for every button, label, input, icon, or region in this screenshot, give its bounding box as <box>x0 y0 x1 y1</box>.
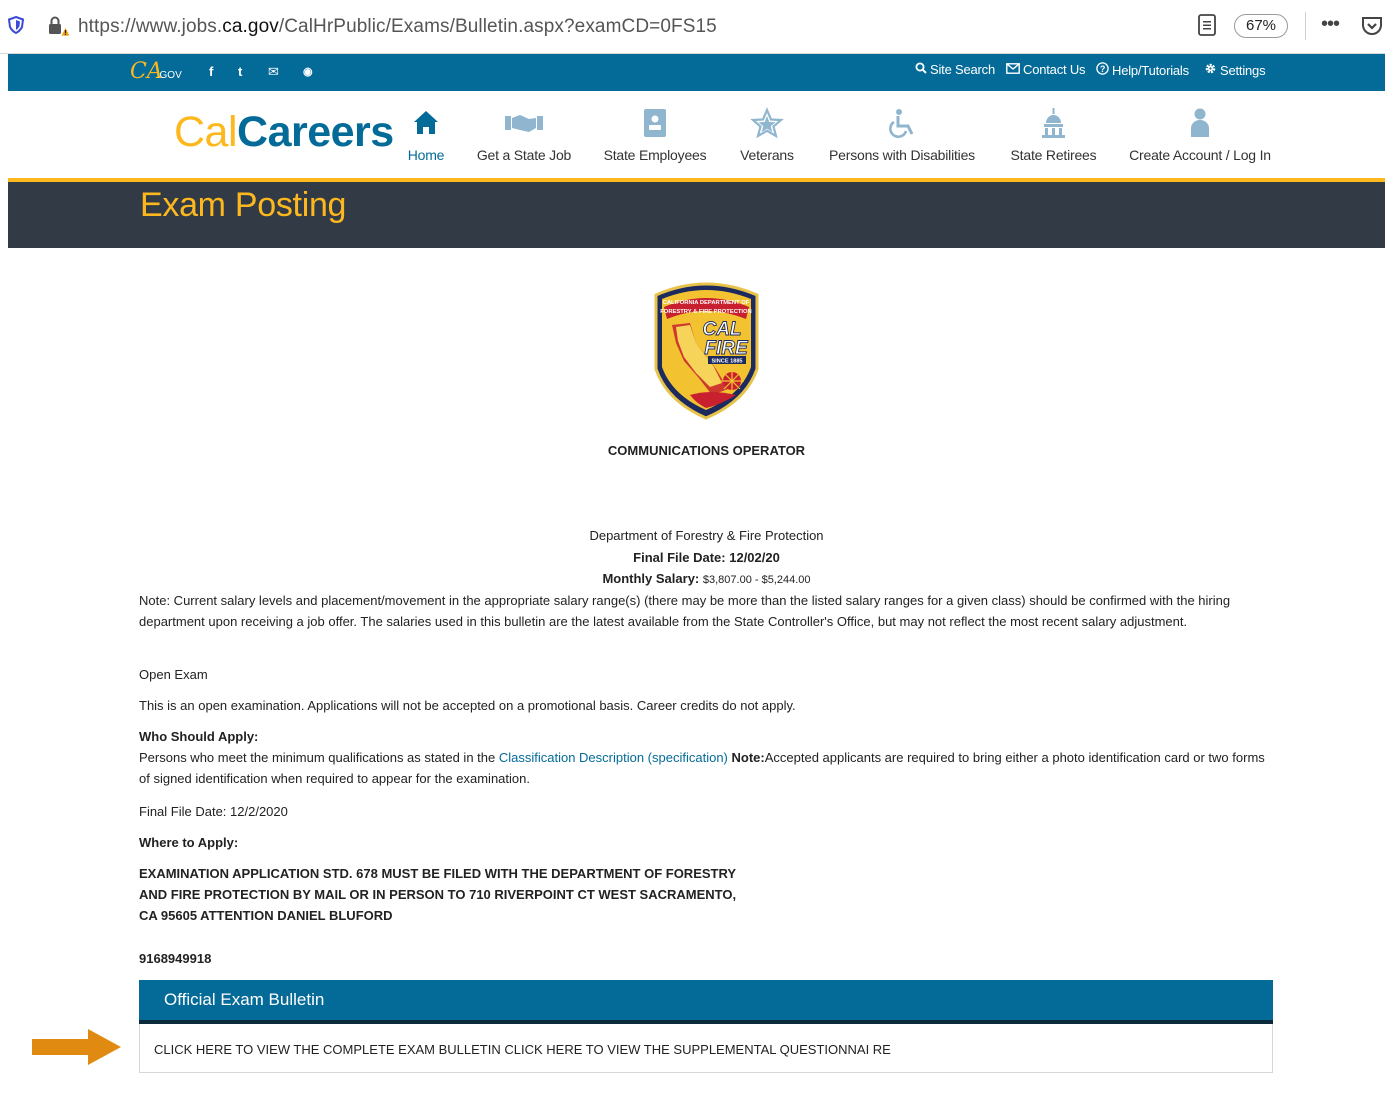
nav-create-account-log-in[interactable]: Create Account / Log In <box>1125 106 1275 163</box>
star-icon <box>750 107 784 139</box>
address-line-1: EXAMINATION APPLICATION STD. 678 MUST BE… <box>139 866 737 881</box>
exam-type-description: This is an open examination. Application… <box>139 698 796 713</box>
final-file-date: Final File Date: 12/2/2020 <box>139 804 288 819</box>
who-text-part-1: Persons who meet the minimum qualificati… <box>139 750 499 765</box>
site-search-link[interactable]: Site Search <box>915 62 995 77</box>
help-circle-icon: ? <box>1096 62 1109 75</box>
monthly-salary: Monthly Salary: $3,807.00 - $5,244.00 <box>0 571 1385 586</box>
more-icon[interactable]: ••• <box>1321 13 1340 36</box>
where-to-apply-address: EXAMINATION APPLICATION STD. 678 MUST BE… <box>139 863 1269 926</box>
who-should-apply-text: Persons who meet the minimum qualificati… <box>139 747 1269 789</box>
classification-description-link[interactable]: Classification Description (specificatio… <box>499 750 728 765</box>
final-file-date-header: Final File Date: 12/02/20 <box>633 550 780 565</box>
url-prefix: https://www.jobs. <box>78 16 223 37</box>
address-line-3: CA 95605 ATTENTION DANIEL BLUFORD <box>139 908 393 923</box>
address-bar[interactable]: https://www.jobs.ca.gov/CalHrPublic/Exam… <box>78 16 717 38</box>
search-icon <box>915 62 927 74</box>
logo-suffix: .GOV <box>156 70 182 81</box>
brand-part-2: Careers <box>237 108 394 156</box>
salary-value: $3,807.00 - $5,244.00 <box>702 574 811 586</box>
settings-label: Settings <box>1220 63 1266 78</box>
shield-icon[interactable] <box>8 16 24 34</box>
help-tutorials-link[interactable]: ? Help/Tutorials <box>1096 62 1189 78</box>
help-tutorials-label: Help/Tutorials <box>1112 63 1189 78</box>
exam-type: Open Exam <box>139 667 208 682</box>
url-host: ca.gov <box>222 16 279 37</box>
cal-fire-seal: CALIFORNIA DEPARTMENT OF FORESTRY & FIRE… <box>654 282 759 420</box>
panel-title: Official Exam Bulletin <box>164 990 325 1009</box>
settings-link[interactable]: Settings <box>1204 62 1266 78</box>
twitter-icon[interactable]: t <box>238 64 242 79</box>
contact-us-label: Contact Us <box>1023 62 1086 77</box>
gear-icon <box>1205 63 1216 74</box>
address-line-2: AND FIRE PROTECTION BY MAIL OR IN PERSON… <box>139 887 737 902</box>
envelope-icon <box>1006 63 1020 74</box>
url-path: /CalHrPublic/Exams/Bulletin.aspx?examCD=… <box>278 16 717 37</box>
nav-home-label: Home <box>407 147 445 163</box>
who-note-label: Note: <box>727 750 765 765</box>
reader-view-icon[interactable] <box>1196 13 1218 37</box>
page-title: Exam Posting <box>140 186 347 224</box>
calcareers-logo[interactable]: CalCareers <box>174 108 394 157</box>
facebook-icon[interactable]: f <box>209 64 213 79</box>
pocket-icon[interactable] <box>1360 14 1384 38</box>
nav-home[interactable]: Home <box>404 106 448 163</box>
seal-since: SINCE 1885 <box>711 359 742 365</box>
lock-warning-icon[interactable] <box>46 14 70 38</box>
wheelchair-icon <box>889 109 914 138</box>
id-badge-icon <box>644 109 666 137</box>
nav-get-a-state-job-label: Get a State Job <box>476 147 572 163</box>
nav-state-retirees[interactable]: State Retirees <box>1006 106 1101 163</box>
capitol-icon <box>1042 108 1065 138</box>
seal-fire: FIRE <box>704 338 749 359</box>
job-title: COMMUNICATIONS OPERATOR <box>607 443 806 458</box>
email-icon[interactable]: ✉ <box>268 64 279 80</box>
contact-us-link[interactable]: Contact Us <box>1006 62 1086 77</box>
user-icon <box>1191 108 1209 137</box>
seal-cal: CAL <box>702 319 741 340</box>
salary-label: Monthly Salary: <box>602 571 700 586</box>
panel-header-rule <box>139 1020 1273 1024</box>
who-should-apply-heading: Who Should Apply: <box>139 729 259 744</box>
salary-note: Note: Current salary levels and placemen… <box>139 593 1231 629</box>
zoom-level-button[interactable]: 67% <box>1234 14 1288 38</box>
contact-phone: 9168949918 <box>139 951 212 966</box>
handshake-icon <box>505 115 543 132</box>
nav-state-retirees-label: State Retirees <box>1010 147 1097 163</box>
home-icon <box>414 111 438 134</box>
nav-veterans-label: Veterans <box>740 147 794 163</box>
view-exam-bulletin-link[interactable]: CLICK HERE TO VIEW THE COMPLETE EXAM BUL… <box>154 1042 501 1057</box>
arrow-annotation-icon <box>32 1029 121 1065</box>
nav-persons-with-disabilities[interactable]: Persons with Disabilities <box>822 106 982 163</box>
where-to-apply-heading: Where to Apply: <box>139 835 239 850</box>
flickr-icon[interactable]: ◉ <box>303 65 313 78</box>
view-supplemental-questionnaire-link[interactable]: CLICK HERE TO VIEW THE SUPPLEMENTAL QUES… <box>504 1042 890 1057</box>
department-name: Department of Forestry & Fire Protection <box>589 528 824 543</box>
seal-line-1: CALIFORNIA DEPARTMENT OF <box>663 300 750 306</box>
nav-get-a-state-job[interactable]: Get a State Job <box>474 106 574 163</box>
nav-state-employees-label: State Employees <box>603 147 707 163</box>
nav-create-account-log-in-label: Create Account / Log In <box>1129 147 1271 163</box>
nav-veterans[interactable]: Veterans <box>737 106 797 163</box>
svg-text:?: ? <box>1100 64 1105 74</box>
brand-part-1: Cal <box>174 108 238 156</box>
nav-state-employees[interactable]: State Employees <box>600 106 710 163</box>
bulletin-links: CLICK HERE TO VIEW THE COMPLETE EXAM BUL… <box>154 1042 891 1057</box>
toolbar-separator <box>1305 12 1306 40</box>
seal-line-2: FORESTRY & FIRE PROTECTION <box>660 309 751 315</box>
nav-persons-with-disabilities-label: Persons with Disabilities <box>829 147 975 163</box>
site-search-label: Site Search <box>930 62 996 77</box>
ca-gov-logo[interactable]: CA.GOV <box>130 59 182 84</box>
